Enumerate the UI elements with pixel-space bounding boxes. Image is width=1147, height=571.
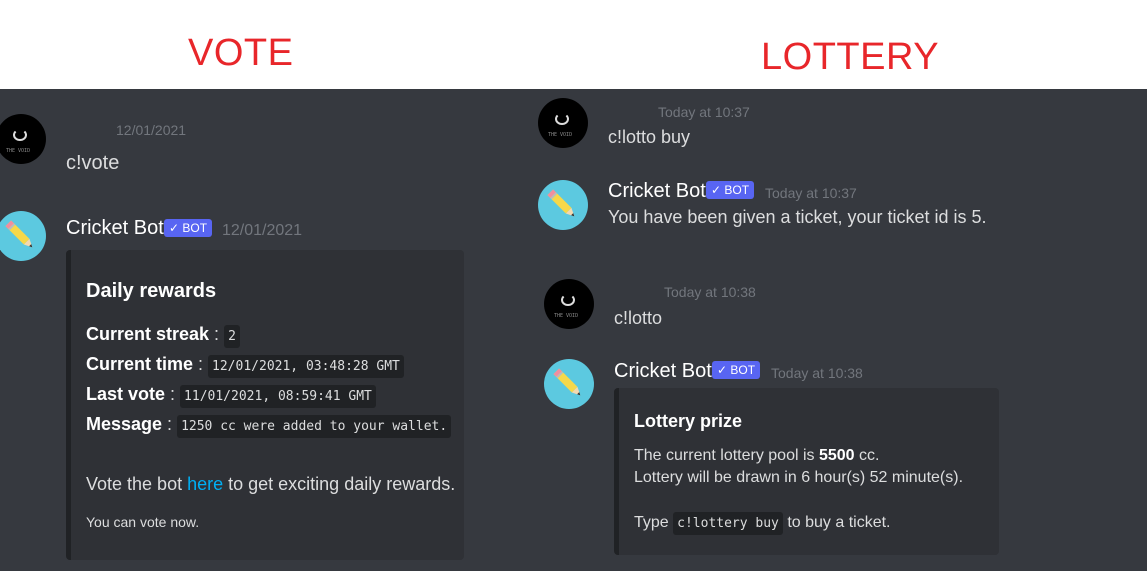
- lotto-msg1-text: c!lotto buy: [608, 127, 691, 147]
- vote-bot-timestamp: 12/01/2021: [222, 222, 303, 239]
- field-value: 2: [224, 325, 240, 348]
- field-message: Message : 1250 cc were added to your wal…: [86, 414, 452, 438]
- daily-rewards-embed: Daily rewards Current streak : 2 Current…: [66, 250, 464, 560]
- vote-here-link[interactable]: here: [187, 474, 223, 494]
- lotto-msg1-timestamp: Today at 10:37: [658, 104, 750, 120]
- pool-value: 5500: [818, 447, 855, 464]
- pencil-avatar-icon[interactable]: [544, 359, 594, 409]
- lottery-prize-embed: Lottery prize The current lottery pool i…: [614, 388, 999, 555]
- user-avatar-icon[interactable]: THE VOID: [0, 114, 46, 164]
- user-avatar-icon[interactable]: THE VOID: [544, 279, 594, 329]
- pencil-avatar-icon[interactable]: [0, 211, 46, 261]
- bot-badge: ✓ BOT: [706, 181, 755, 199]
- lotto-msg3-text: c!lotto: [614, 308, 663, 328]
- draw-line: Lottery will be drawn in 6 hour(s) 52 mi…: [634, 469, 964, 486]
- vote-link-line: Vote the bot here to get exciting daily …: [86, 474, 456, 494]
- field-value: 11/01/2021, 08:59:41 GMT: [180, 385, 376, 408]
- field-value: 12/01/2021, 03:48:28 GMT: [208, 355, 404, 378]
- pool-line: The current lottery pool is 5500 cc.: [634, 447, 880, 464]
- bot-badge: ✓ BOT: [712, 361, 761, 379]
- vote-user-timestamp: 12/01/2021: [116, 122, 187, 138]
- vote-heading: VOTE: [188, 32, 294, 74]
- lottery-command-code: c!lottery buy: [673, 512, 783, 535]
- embed-footer: You can vote now.: [86, 514, 200, 530]
- vote-user-message: c!vote: [66, 152, 120, 174]
- embed-title: Daily rewards: [86, 280, 217, 302]
- field-current-time: Current time : 12/01/2021, 03:48:28 GMT: [86, 354, 404, 378]
- embed-title: Lottery prize: [634, 411, 743, 431]
- field-value: 1250 cc were added to your wallet.: [177, 415, 452, 438]
- chat-area: THE VOID 12/01/2021 c!vote Cricket Bot ✓…: [0, 89, 1147, 571]
- pencil-avatar-icon[interactable]: [538, 180, 588, 230]
- lotto-msg3-timestamp: Today at 10:38: [664, 284, 756, 300]
- lottery-heading: LOTTERY: [761, 36, 940, 78]
- lotto-msg2-timestamp: Today at 10:37: [765, 185, 857, 201]
- header-bar: VOTE LOTTERY: [0, 0, 1147, 89]
- bot-badge: ✓ BOT: [164, 219, 213, 237]
- field-current-streak: Current streak : 2: [86, 324, 240, 348]
- lotto-bot-name[interactable]: Cricket Bot: [614, 360, 712, 383]
- lotto-bot-name[interactable]: Cricket Bot: [608, 180, 706, 203]
- user-avatar-icon[interactable]: THE VOID: [538, 98, 588, 148]
- field-last-vote: Last vote : 11/01/2021, 08:59:41 GMT: [86, 384, 376, 408]
- lotto-msg2-text: You have been given a ticket, your ticke…: [608, 207, 987, 227]
- vote-bot-name[interactable]: Cricket Bot: [66, 217, 164, 240]
- lotto-msg4-timestamp: Today at 10:38: [771, 365, 863, 381]
- type-line: Type c!lottery buy to buy a ticket.: [634, 512, 891, 535]
